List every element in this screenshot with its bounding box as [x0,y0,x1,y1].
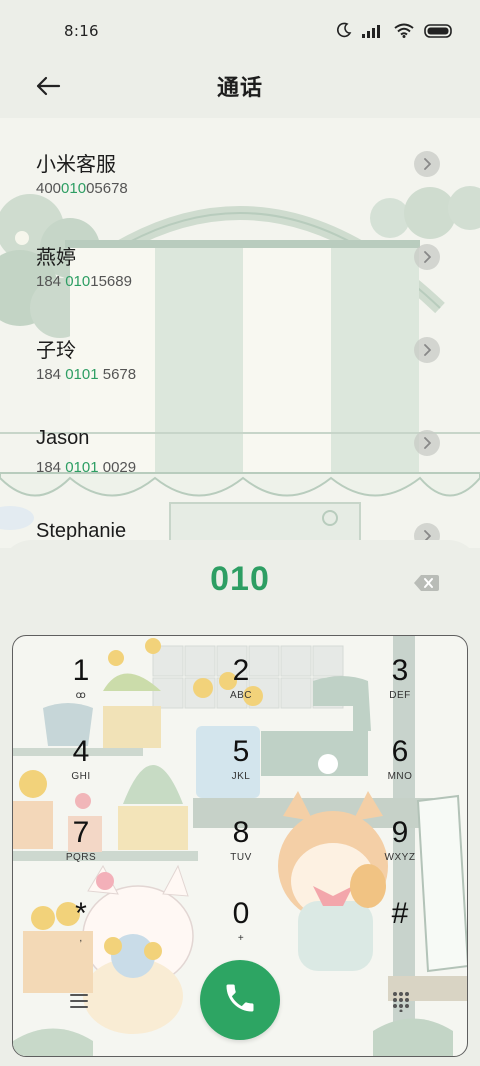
key-7[interactable]: 7 PQRS [31,816,131,886]
number-prefix: 184 [36,273,66,290]
contact-details-button[interactable] [414,151,440,177]
contact-name: 燕婷 [36,247,76,269]
number-prefix: 184 [36,459,66,476]
contact-number: 184 0101 5678 [36,366,136,383]
status-icons [336,22,454,42]
key-5[interactable]: 5 JKL [191,735,291,805]
key-letters: ABC [229,690,253,701]
number-suffix: 5678 [98,366,137,383]
number-suffix: 05678 [86,180,128,197]
key-digit: # [391,897,409,930]
dialpad-icon [390,992,412,1016]
contact-number: 184 01015689 [36,273,132,290]
backspace-button[interactable] [412,572,440,594]
header: 通话 [0,62,480,118]
key-digit: 8 [232,816,250,849]
key-1[interactable]: 1 ꝏ [31,654,131,724]
key-letters: , [79,933,83,944]
key-letters: + [237,933,245,944]
call-button[interactable] [200,960,280,1040]
key-letters: WXYZ [384,852,416,863]
signal-icon [362,23,384,42]
number-match: 010 [61,180,87,197]
contact-name: 小米客服 [36,154,116,176]
key-digit: 3 [391,654,409,687]
phone-icon [222,980,258,1020]
dialpad-toggle-button[interactable] [390,990,412,1013]
contact-row[interactable]: 燕婷 184 01015689 [0,211,480,304]
number-prefix: 184 [36,366,66,383]
key-letters: GHI [71,771,91,782]
menu-button[interactable] [68,990,90,1012]
key-star[interactable]: * , [31,897,131,967]
key-letters: DEF [389,690,411,701]
key-digit: 2 [232,654,250,687]
key-letters: TUV [230,852,252,863]
key-digit: 6 [391,735,409,768]
key-digit: 5 [232,735,250,768]
key-0[interactable]: 0 + [191,897,291,967]
number-match: 0101 [65,459,99,476]
number-match: 010 [65,273,91,290]
number-prefix: 400 [36,180,62,197]
contact-name: Jason [36,427,90,449]
contact-row[interactable]: 子玲 184 0101 5678 [0,304,480,397]
moon-icon [336,22,352,42]
key-digit: 7 [72,816,90,849]
chevron-right-icon [422,434,432,453]
chevron-right-icon [422,248,432,267]
chevron-right-icon [422,155,432,174]
key-letters: PQRS [65,852,97,863]
contact-number: 40001005678 [36,180,128,197]
key-hash[interactable]: # [350,897,450,967]
number-suffix: 0029 [98,459,137,476]
contact-name: 子玲 [36,340,76,362]
key-2[interactable]: 2 ABC [191,654,291,724]
contact-details-button[interactable] [414,337,440,363]
dial-panel: 010 1 ꝏ 2 ABC 3 DEF 4 GHI 5 JKL 6 MNO 7 … [0,540,480,1066]
contact-number: 184 0101 0029 [36,459,136,476]
contact-row[interactable]: 小米客服 40001005678 [0,118,480,211]
page-title: 通话 [216,76,263,101]
voicemail-icon: ꝏ [75,690,87,701]
key-6[interactable]: 6 MNO [350,735,450,805]
contact-row[interactable]: Jason 184 0101 0029 [0,397,480,490]
dialed-number: 010 [210,560,270,598]
key-4[interactable]: 4 GHI [31,735,131,805]
key-digit: 0 [232,897,250,930]
number-suffix: 15689 [90,273,132,290]
key-digit: * [75,897,87,930]
key-digit: 4 [72,735,90,768]
key-9[interactable]: 9 WXYZ [350,816,450,886]
contact-details-button[interactable] [414,244,440,270]
contact-details-button[interactable] [414,430,440,456]
key-digit: 9 [391,816,409,849]
key-digit: 1 [72,654,90,687]
status-time: 8:16 [64,22,99,40]
status-bar: 8:16 [0,0,480,62]
key-letters: MNO [387,771,413,782]
battery-icon [424,23,454,42]
chevron-right-icon [422,341,432,360]
backspace-icon [412,575,440,598]
contact-list: 小米客服 40001005678 燕婷 184 01015689 子玲 184 … [0,118,480,548]
number-match: 0101 [65,366,99,383]
key-3[interactable]: 3 DEF [350,654,450,724]
key-letters: JKL [231,771,251,782]
wifi-icon [394,23,414,42]
key-8[interactable]: 8 TUV [191,816,291,886]
menu-icon [68,994,90,1016]
